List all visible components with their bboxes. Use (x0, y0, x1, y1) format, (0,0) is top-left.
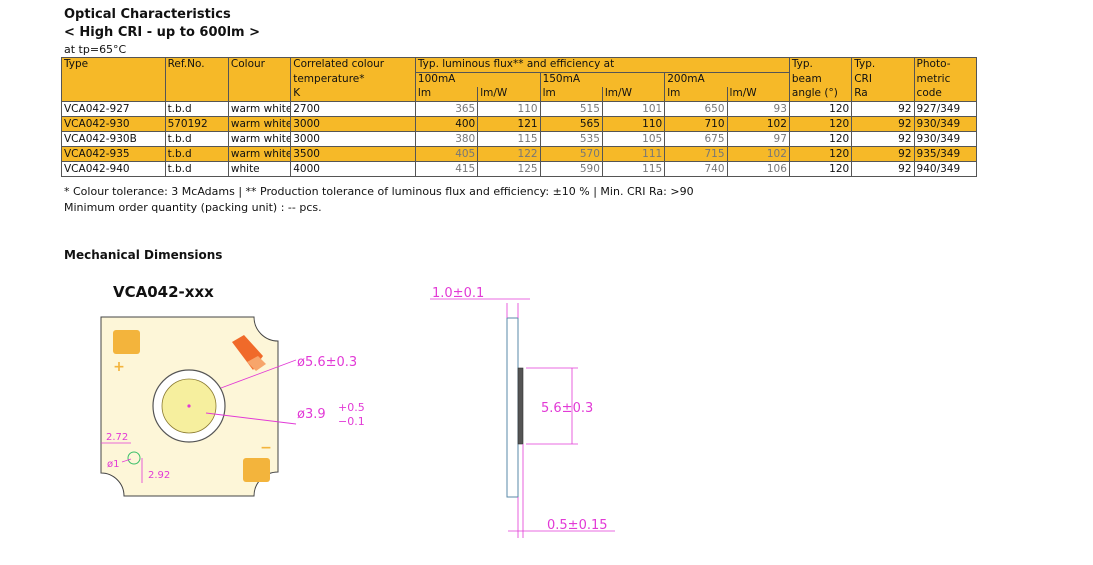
negative-pad (243, 458, 270, 482)
dim-inner-tol-minus: −0.1 (338, 415, 365, 428)
dim-left: 2.72 (106, 432, 128, 443)
minus-marker: − (260, 440, 272, 456)
positive-pad (113, 330, 140, 354)
dim-thickness: 1.0±0.1 (432, 286, 484, 301)
dim-outer-diameter: ø5.6±0.3 (297, 355, 357, 370)
dim-hole: ø1 (107, 459, 119, 470)
mechanical-drawing: VCA042-xxx + − ø5.6±0.3 ø3.9 +0.5 −0.1 2… (100, 283, 615, 538)
center-mark (187, 404, 191, 408)
side-view-lens (517, 367, 524, 445)
model-label: VCA042-xxx (113, 283, 214, 301)
dim-inner-tol-plus: +0.5 (338, 401, 365, 414)
dim-inner-diameter: ø3.9 (297, 407, 326, 422)
side-view-board (506, 317, 519, 498)
dim-lens: 0.5±0.15 (547, 518, 608, 533)
dim-bottom: 2.92 (148, 470, 170, 481)
dim-height: 5.6±0.3 (541, 401, 593, 416)
plus-marker: + (113, 359, 125, 375)
